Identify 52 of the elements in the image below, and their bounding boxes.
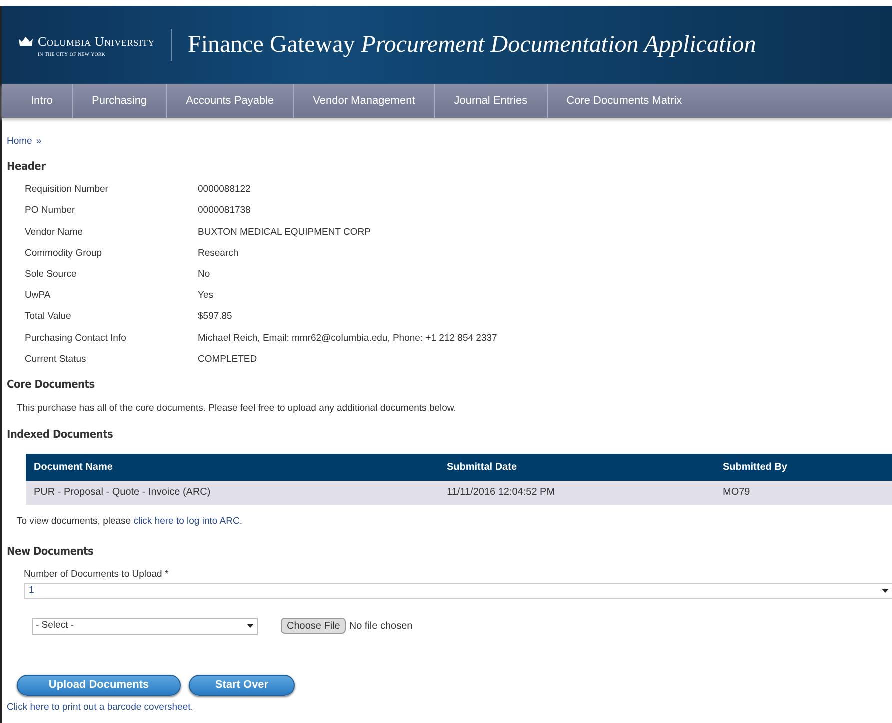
field-label: Purchasing Contact Info <box>25 332 128 346</box>
field-label: Sole Source <box>25 268 78 282</box>
document-type-select[interactable]: - Select - <box>32 618 258 635</box>
section-heading: Indexed Documents <box>7 427 114 444</box>
table-cell: 11/11/2016 12:04:52 PM <box>439 480 715 505</box>
table-cell: MO79 <box>715 480 892 505</box>
field-value: BUXTON MEDICAL EQUIPMENT CORP <box>198 226 371 240</box>
field-value: Research <box>198 246 239 261</box>
caret-icon <box>882 588 889 593</box>
action-button[interactable]: Start Over <box>189 674 295 696</box>
field-label: UwPA <box>25 289 52 304</box>
view-documents-note: To view documents, please click here to log into ARC. <box>16 514 244 529</box>
field-value: $597.85 <box>198 310 232 324</box>
column-header: Submitted By <box>715 454 892 481</box>
field-label: PO Number <box>25 204 76 218</box>
arc-login-link[interactable]: click here to log into ARC. <box>134 516 242 527</box>
nav-tab[interactable]: Journal Entries <box>435 84 548 118</box>
university-name: Columbia University <box>38 32 155 51</box>
section-heading: New Documents <box>7 544 95 560</box>
column-header: Document Name <box>26 454 439 481</box>
field-label: Total Value <box>25 310 72 324</box>
field-label: Vendor Name <box>25 226 84 240</box>
field-value: 0000088122 <box>198 183 251 198</box>
nav-tab[interactable]: Vendor Management <box>294 84 436 118</box>
nav-tab[interactable]: Core Documents Matrix <box>548 84 702 118</box>
field-value: Yes <box>198 289 214 304</box>
crown-icon <box>18 36 34 47</box>
table-cell: PUR - Proposal - Quote - Invoice (ARC) <box>26 480 439 505</box>
field-value: No <box>198 268 210 282</box>
column-header: Submittal Date <box>439 454 715 481</box>
breadcrumb-separator: » <box>36 135 42 149</box>
caret-icon <box>247 624 254 628</box>
action-button[interactable]: Upload Documents <box>17 674 181 696</box>
nav-tab[interactable]: Purchasing <box>73 84 168 118</box>
field-label: Current Status <box>25 352 88 367</box>
app-title: Finance Gateway Procurement Documentation Application <box>188 31 756 60</box>
field-label: Commodity Group <box>25 246 104 261</box>
upload-count-select[interactable]: 1 <box>24 582 892 599</box>
field-value: COMPLETED <box>198 352 258 367</box>
nav-tab[interactable]: Intro <box>12 84 74 118</box>
home-link[interactable]: Home <box>7 135 32 150</box>
file-status: No file chosen <box>349 620 413 634</box>
section-heading: Core Documents <box>7 377 96 394</box>
nav-tab[interactable]: Accounts Payable <box>167 84 294 118</box>
choose-file-button[interactable]: Choose File <box>281 618 346 634</box>
field-label: Requisition Number <box>25 183 110 198</box>
upload-count-label: Number of Documents to Upload * <box>23 568 170 582</box>
field-value: Michael Reich, Email: mmr62@columbia.edu, Phone: +1 212 854 2337 <box>198 332 498 346</box>
field-value: 0000081738 <box>198 204 251 218</box>
barcode-coversheet-link[interactable]: Click here to print out a barcode coversheet. <box>7 700 887 715</box>
core-documents-message: This purchase has all of the core documents. Please feel free to upload any additional documents below. <box>16 402 458 416</box>
section-heading: Header <box>7 159 47 176</box>
